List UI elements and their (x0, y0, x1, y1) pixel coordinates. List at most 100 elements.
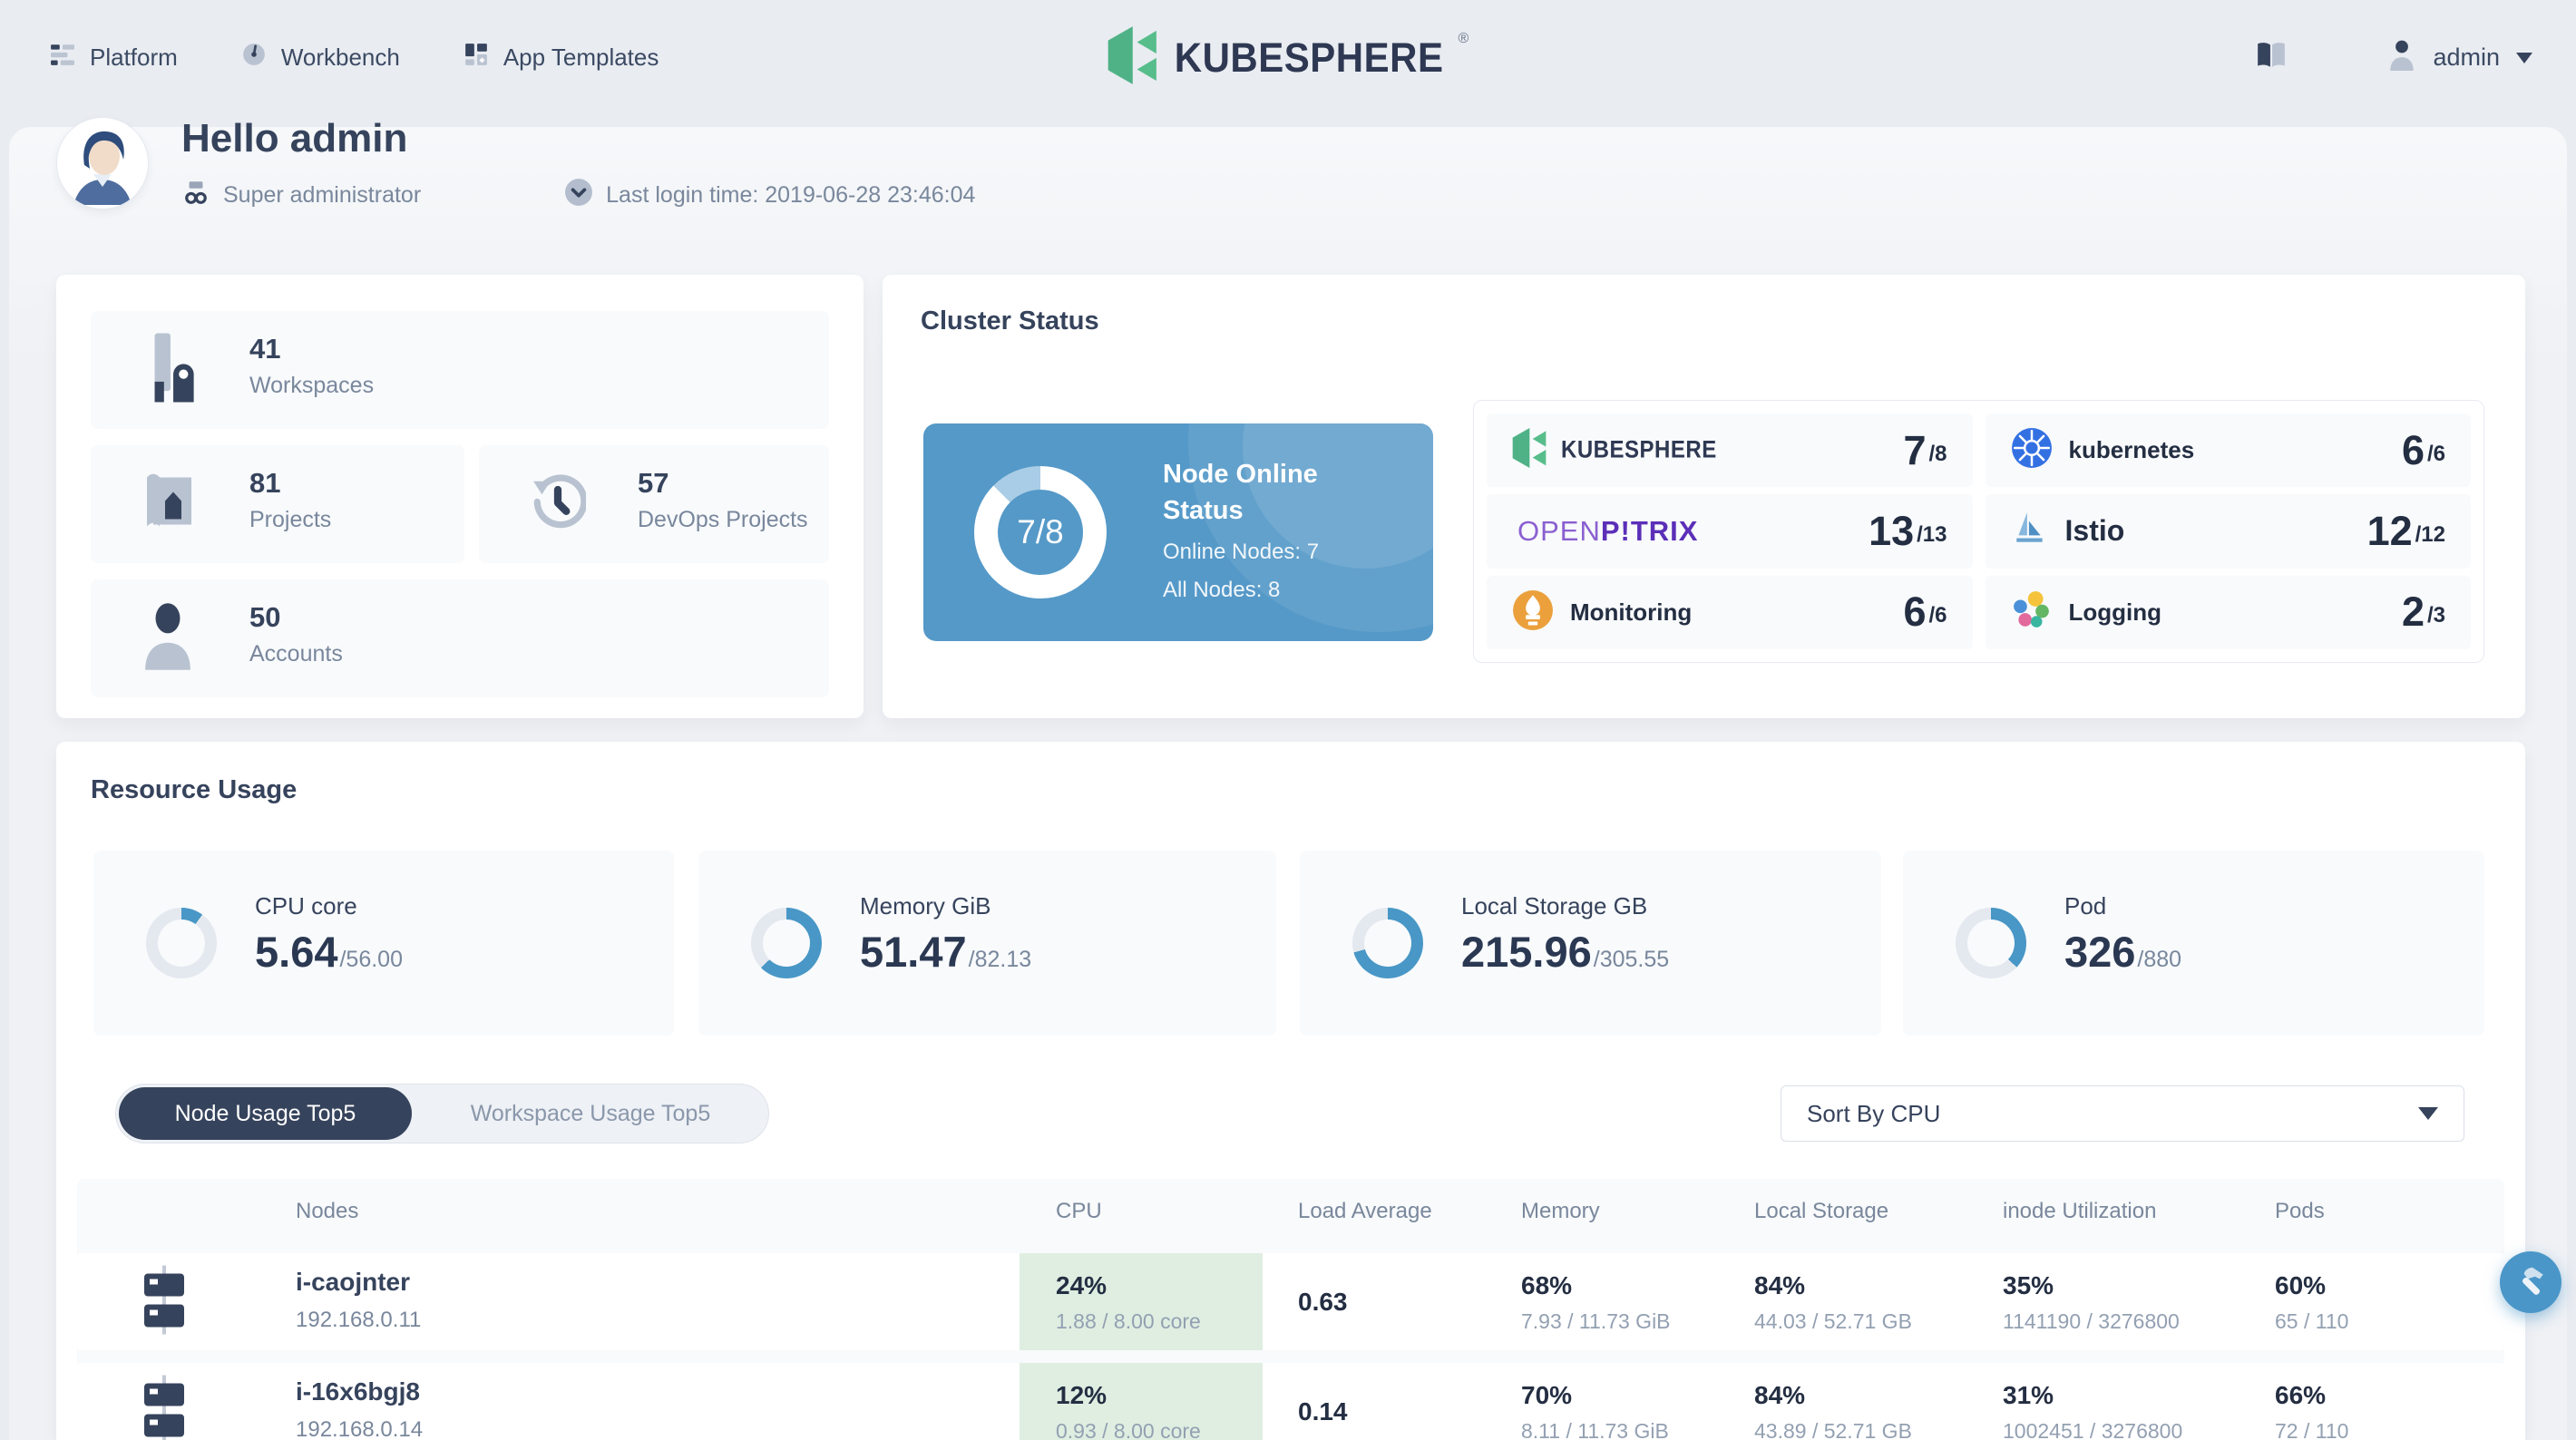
pods-detail: 72 / 110 (2275, 1419, 2349, 1440)
accounts-count: 50 (249, 601, 281, 633)
storage-detail: 43.89 / 52.71 GB (1754, 1419, 1912, 1440)
kubesphere-logo-icon (1107, 25, 1160, 90)
col-storage: Local Storage (1754, 1199, 1889, 1223)
service-total: /6 (2426, 441, 2445, 466)
service-total: /3 (2426, 603, 2445, 628)
service-name: KUBESPHERE (1561, 436, 1717, 463)
storage-percent: 84% (1754, 1271, 1806, 1299)
service-value: 7 (1903, 426, 1927, 473)
node-online-donut: 7/8 (974, 466, 1107, 598)
col-pods: Pods (2275, 1199, 2325, 1223)
role-badge-icon (181, 178, 210, 213)
col-cpu: CPU (1056, 1199, 1102, 1223)
accounts-stat[interactable]: 50 Accounts (91, 579, 829, 697)
workspaces-icon (141, 332, 201, 409)
table-row[interactable]: i-16x6bgj8 192.168.0.14 12% 0.93 / 8.00 … (77, 1363, 2504, 1440)
table-row[interactable]: i-caojnter 192.168.0.11 24% 1.88 / 8.00 … (77, 1253, 2504, 1350)
online-nodes-label: Online Nodes: 7 (1163, 540, 1320, 564)
service-name-light: OPEN (1517, 514, 1601, 547)
node-name: i-16x6bgj8 (296, 1377, 420, 1406)
cpu-used: 5.64 (255, 928, 338, 976)
col-load: Load Average (1298, 1199, 1432, 1223)
cpu-cell: 12% 0.93 / 8.00 core (1020, 1363, 1263, 1440)
storage-detail: 44.03 / 52.71 GB (1754, 1309, 1912, 1333)
pod-gauge-label: Pod (2064, 892, 2107, 919)
docs-book-icon[interactable] (2255, 41, 2288, 74)
node-online-title: Node Online Status (1163, 460, 1318, 525)
user-menu[interactable]: admin (2387, 38, 2532, 77)
nav-workbench-label: Workbench (280, 44, 400, 71)
inode-detail: 1002451 / 3276800 (2003, 1419, 2183, 1440)
clock-badge-icon (564, 178, 593, 213)
accounts-label: Accounts (249, 641, 343, 666)
workspaces-count: 41 (249, 333, 281, 365)
storage-used: 215.96 (1461, 928, 1592, 976)
service-name: Logging (2068, 598, 2162, 626)
kubesphere-logo[interactable]: KUBESPHERE ® (1107, 0, 1469, 115)
nav-platform[interactable]: Platform (50, 42, 178, 73)
devops-count: 57 (638, 467, 669, 499)
top-nav: Platform Workbench App Templates KUBESPH… (0, 0, 2576, 115)
all-nodes-label: All Nodes: 8 (1163, 578, 1281, 602)
projects-stat[interactable]: 81 Projects (91, 445, 464, 563)
node-server-icon (139, 1374, 190, 1440)
cluster-status-card: Cluster Status 7/8 Node Online Status On… (883, 275, 2525, 718)
pod-used: 326 (2064, 928, 2136, 976)
chevron-down-icon (2516, 52, 2532, 63)
inode-percent: 31% (2003, 1381, 2054, 1409)
accounts-icon (141, 602, 194, 676)
workbench-icon (241, 42, 267, 73)
user-name: admin (2433, 44, 2500, 71)
brand-registered-mark: ® (1458, 31, 1469, 46)
cpu-total: /56.00 (339, 947, 403, 972)
devops-label: DevOps Projects (638, 507, 808, 532)
pods-detail: 65 / 110 (2275, 1309, 2349, 1333)
overview-stats-card: 41 Workspaces 81 Projects 57 DevOps Proj… (56, 275, 864, 718)
prometheus-icon (1512, 589, 1554, 636)
platform-icon (50, 42, 75, 73)
sort-by-dropdown[interactable]: Sort By CPU (1781, 1085, 2464, 1142)
memory-gauge: Memory GiB 51.47/82.13 (698, 851, 1276, 1036)
memory-gauge-label: Memory GiB (860, 892, 991, 919)
hammer-icon (2513, 1263, 2548, 1302)
node-ip: 192.168.0.14 (296, 1417, 424, 1440)
cpu-percent: 24% (1056, 1271, 1107, 1299)
nav-app-templates[interactable]: App Templates (463, 42, 659, 73)
workspaces-stat[interactable]: 41 Workspaces (91, 311, 829, 429)
devops-stat[interactable]: 57 DevOps Projects (479, 445, 829, 563)
node-usage-table: Nodes CPU Load Average Memory Local Stor… (77, 1179, 2504, 1440)
user-role-label: Super administrator (223, 182, 422, 208)
cpu-detail: 0.93 / 8.00 core (1056, 1419, 1201, 1440)
storage-total: /305.55 (1593, 947, 1670, 972)
toolbox-button[interactable] (2500, 1251, 2561, 1313)
pods-percent: 60% (2275, 1271, 2327, 1299)
memory-total: /82.13 (968, 947, 1032, 972)
workspaces-label: Workspaces (249, 373, 375, 398)
user-role: Super administrator (181, 178, 421, 213)
memory-percent: 68% (1521, 1271, 1573, 1299)
node-online-status-panel[interactable]: 7/8 Node Online Status Online Nodes: 7 A… (923, 423, 1433, 641)
load-average: 0.14 (1298, 1396, 1348, 1425)
service-kubesphere: KUBESPHERE 7/8 (1487, 414, 1973, 488)
istio-icon (2011, 510, 2049, 552)
inode-percent: 35% (2003, 1271, 2054, 1299)
projects-icon (141, 472, 198, 538)
tab-workspace-usage[interactable]: Workspace Usage Top5 (413, 1085, 768, 1143)
node-ip: 192.168.0.11 (296, 1308, 422, 1332)
projects-label: Projects (249, 507, 332, 532)
nav-workbench[interactable]: Workbench (241, 42, 400, 73)
devops-history-icon (530, 474, 588, 535)
service-name: Istio (2064, 514, 2125, 548)
storage-gauge: Local Storage GB 215.96/305.55 (1300, 851, 1881, 1036)
resource-usage-card: Resource Usage CPU core 5.64/56.00 Memor… (56, 742, 2525, 1440)
tab-node-usage[interactable]: Node Usage Top5 (119, 1087, 412, 1140)
load-average: 0.63 (1298, 1287, 1348, 1316)
service-name: kubernetes (2068, 436, 2195, 464)
col-nodes: Nodes (296, 1199, 359, 1223)
avatar (57, 118, 148, 209)
memory-detail: 7.93 / 11.73 GiB (1521, 1309, 1671, 1333)
col-memory: Memory (1521, 1199, 1600, 1223)
nav-app-templates-label: App Templates (503, 44, 659, 71)
page-greeting: Hello admin (181, 116, 408, 161)
pod-gauge: Pod 326/880 (1903, 851, 2484, 1036)
